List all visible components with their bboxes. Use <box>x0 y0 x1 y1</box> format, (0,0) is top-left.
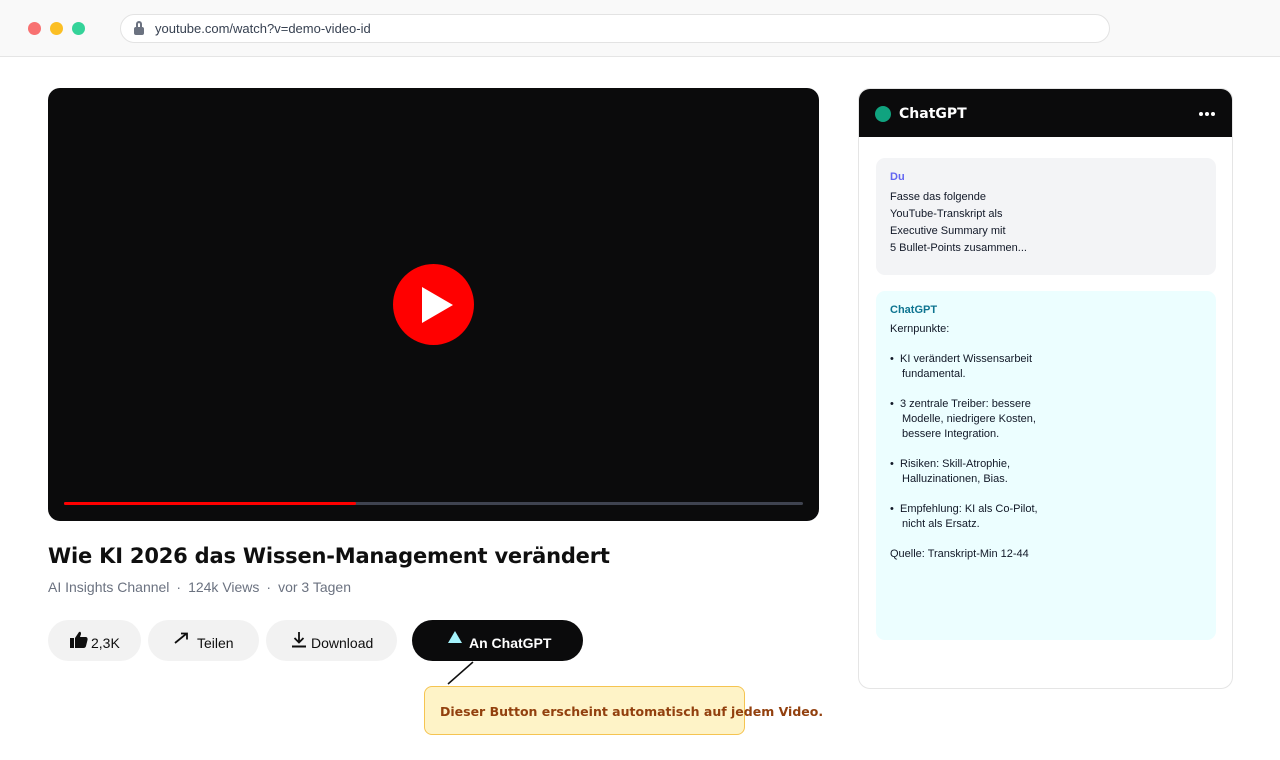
message-line: 5 Bullet-Points zusammen... <box>890 242 1027 254</box>
chat-header: ChatGPT <box>859 89 1232 137</box>
message-line: Fasse das folgende <box>890 191 987 203</box>
view-count: 124k Views <box>188 579 260 595</box>
chatgpt-button-label: An ChatGPT <box>469 635 552 651</box>
channel-name[interactable]: AI Insights Channel <box>48 579 169 595</box>
lock-icon <box>134 21 144 35</box>
bullet-marker: • <box>890 398 894 410</box>
window-minimize-dot[interactable] <box>50 22 63 35</box>
more-horizontal-icon[interactable] <box>1199 112 1215 116</box>
share-button[interactable]: Teilen <box>148 620 259 661</box>
assistant-message: ChatGPT Kernpunkte: • KI verändert Wisse… <box>876 291 1216 640</box>
like-count: 2,3K <box>91 635 120 651</box>
video-title: Wie KI 2026 das Wissen-Management veränd… <box>48 544 610 568</box>
upload-age: vor 3 Tagen <box>278 579 351 595</box>
bullet-line: Halluzinationen, Bias. <box>902 473 1008 485</box>
chat-title: ChatGPT <box>899 106 967 122</box>
message-heading: Kernpunkte: <box>890 323 950 335</box>
user-message: Du Fasse das folgende YouTube-Transkript… <box>876 158 1216 275</box>
address-bar[interactable]: youtube.com/watch?v=demo-video-id <box>120 14 1110 43</box>
url-text[interactable]: youtube.com/watch?v=demo-video-id <box>155 21 371 36</box>
share-label: Teilen <box>197 635 234 651</box>
chatgpt-logo-icon <box>875 106 891 122</box>
share-arrow-icon <box>174 632 188 644</box>
play-icon <box>422 287 453 323</box>
progress-bar[interactable] <box>64 502 803 505</box>
bullet-line: fundamental. <box>902 368 966 380</box>
bullet-line: KI verändert Wissensarbeit <box>900 353 1033 365</box>
window-maximize-dot[interactable] <box>72 22 85 35</box>
message-source: Quelle: Transkript-Min 12-44 <box>890 548 1029 560</box>
triangle-logo-icon <box>448 631 462 643</box>
browser-toolbar: youtube.com/watch?v=demo-video-id <box>0 0 1280 57</box>
bullet-marker: • <box>890 458 894 470</box>
window-close-dot[interactable] <box>28 22 41 35</box>
progress-fill <box>64 502 356 505</box>
bullet-marker: • <box>890 353 894 365</box>
bullet-line: bessere Integration. <box>902 428 1000 440</box>
tooltip-text: Dieser Button erscheint automatisch auf … <box>440 704 824 719</box>
video-meta: AI Insights Channel · 124k Views · vor 3 Tag… <box>48 579 351 595</box>
chatgpt-panel: ChatGPT Du Fasse das folgende YouTube-Tr… <box>858 88 1233 689</box>
tooltip: Dieser Button erscheint automatisch auf … <box>424 686 823 735</box>
download-icon <box>292 632 306 648</box>
thumbs-up-icon <box>70 631 88 648</box>
bullet-line: Modelle, niedrigere Kosten, <box>902 413 1036 425</box>
download-label: Download <box>311 635 374 651</box>
bullet-line: nicht als Ersatz. <box>902 518 980 530</box>
download-button[interactable]: Download <box>266 620 397 661</box>
play-button[interactable] <box>393 264 474 345</box>
bullet-line: Empfehlung: KI als Co-Pilot, <box>900 503 1038 515</box>
bullet-line: Risiken: Skill-Atrophie, <box>900 458 1011 470</box>
message-line: Executive Summary mit <box>890 225 1006 237</box>
bullet-marker: • <box>890 503 894 515</box>
meta-separator: · <box>266 579 272 595</box>
message-author: ChatGPT <box>890 304 938 316</box>
message-author: Du <box>890 171 905 183</box>
video-player[interactable] <box>48 88 819 521</box>
bullet-line: 3 zentrale Treiber: bessere <box>900 398 1031 410</box>
send-to-chatgpt-button[interactable]: An ChatGPT <box>412 620 583 661</box>
like-button[interactable]: 2,3K <box>48 620 141 661</box>
meta-separator: · <box>176 579 182 595</box>
message-line: YouTube-Transkript als <box>890 208 1003 220</box>
